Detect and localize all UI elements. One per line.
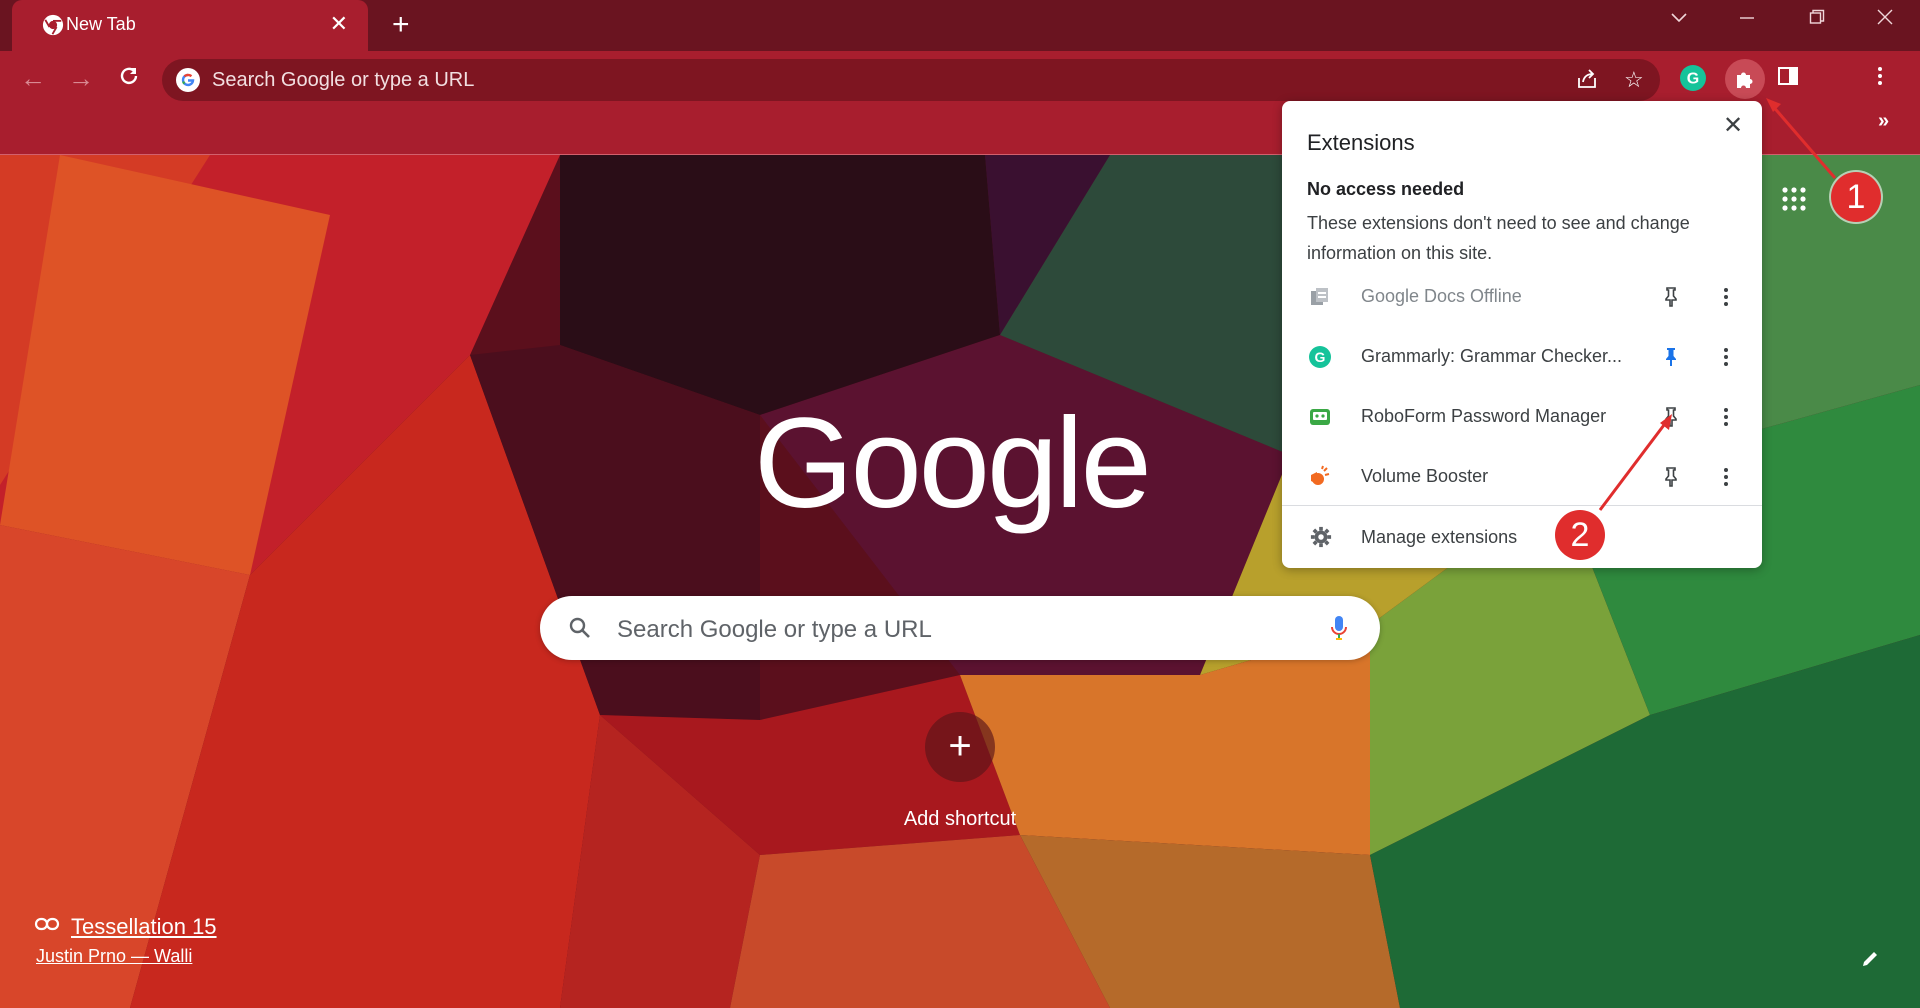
- annotation-badge-2: 2: [1555, 510, 1605, 560]
- annotation-arrow-2: [1598, 420, 1669, 511]
- annotation-badge-1: 1: [1831, 172, 1881, 222]
- annotation-arrow-1: [1769, 103, 1837, 179]
- annotation-arrowhead-1: [1766, 98, 1781, 112]
- annotation-arrows: [1598, 98, 1837, 511]
